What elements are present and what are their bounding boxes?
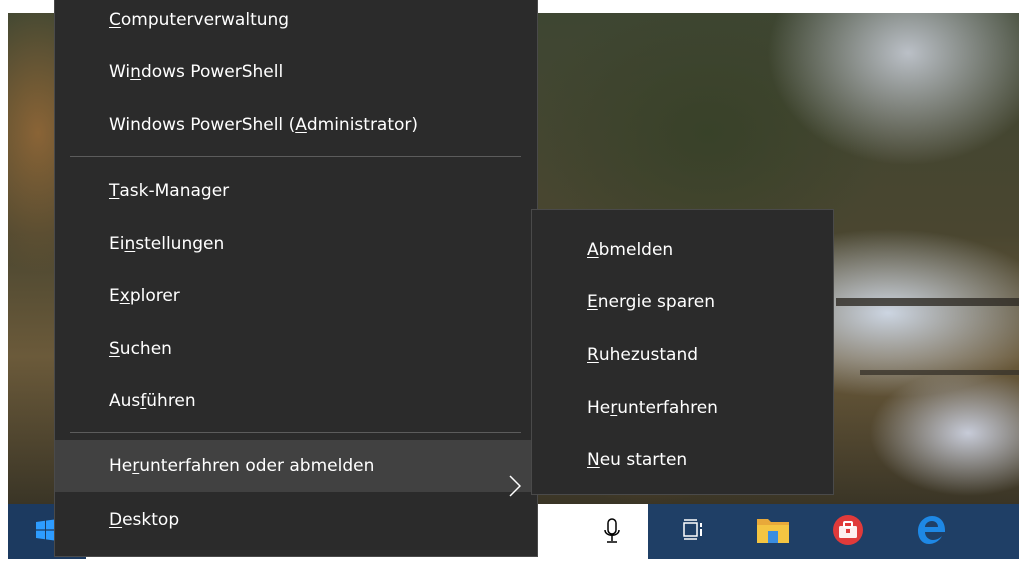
file-explorer-button[interactable] [743, 504, 803, 559]
wallpaper-shore [860, 370, 1019, 375]
menu-item-computerverwaltung[interactable]: Computerverwaltung [55, 0, 537, 46]
menu-item-task-manager[interactable]: Task-Manager [55, 165, 537, 217]
submenu-item-herunterfahren[interactable]: He r unterfahren [532, 382, 833, 434]
submenu-item-ruhezustand[interactable]: Ruhezustand [532, 329, 833, 381]
task-view-button[interactable] [668, 504, 718, 559]
file-explorer-icon [756, 515, 790, 549]
edge-browser-button[interactable] [901, 504, 961, 559]
edge-icon [915, 514, 947, 550]
menu-separator [70, 432, 521, 433]
menu-item-einstellungen[interactable]: Ei n stellungen [55, 218, 537, 270]
winx-power-user-menu: Computerverwaltung Wi n dows PowerShell Wi… [54, 0, 538, 557]
submenu-item-abmelden[interactable]: Abmelden [532, 224, 833, 276]
toolbox-app-button[interactable] [818, 504, 878, 559]
menu-separator [70, 156, 521, 157]
menu-item-suchen[interactable]: Suchen [55, 323, 537, 375]
wallpaper-bridge [836, 298, 1019, 306]
toolbox-icon [832, 514, 864, 550]
submenu-item-neu-starten[interactable]: Neu starten [532, 434, 833, 486]
microphone-icon[interactable] [604, 518, 620, 548]
menu-item-powershell-admin[interactable]: Windows PowerShell (Administrator) [55, 99, 537, 151]
power-submenu: Abmelden Energie sparen Ruhezustand He r u… [531, 209, 834, 495]
menu-item-shutdown-signout[interactable]: He r unterfahren oder abmelden [55, 440, 537, 497]
menu-item-desktop[interactable]: Desktop [55, 494, 537, 546]
menu-item-ausfuehren[interactable]: Aus f ühren [55, 375, 537, 427]
task-view-icon [682, 518, 704, 545]
menu-item-powershell[interactable]: Wi n dows PowerShell [55, 46, 537, 98]
submenu-item-energie-sparen[interactable]: Energie sparen [532, 276, 833, 328]
menu-item-explorer[interactable]: Ex plorer [55, 270, 537, 322]
